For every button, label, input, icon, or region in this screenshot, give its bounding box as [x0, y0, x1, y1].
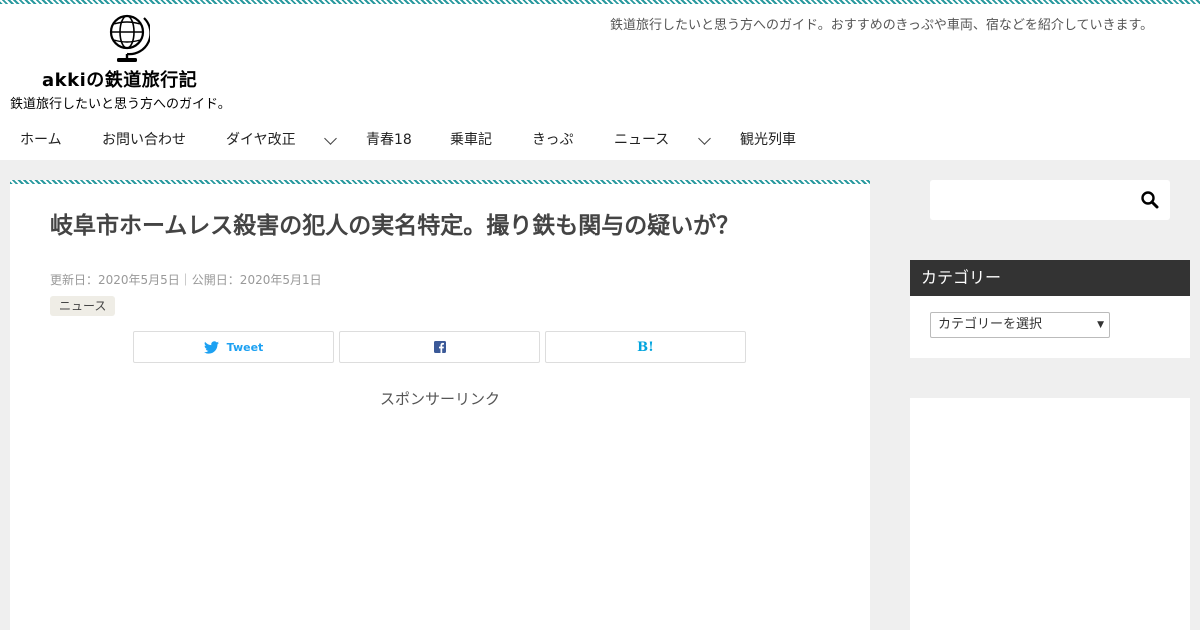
tweet-label: Tweet — [226, 340, 264, 354]
nav-item-sightseeing-trains[interactable]: 観光列車 — [740, 120, 796, 160]
nav-item-home[interactable]: ホーム — [20, 120, 62, 160]
category-widget: カテゴリー カテゴリーを選択 ▼ — [910, 260, 1190, 358]
nav-item-tickets[interactable]: きっぷ — [532, 120, 573, 160]
category-widget-title: カテゴリー — [910, 260, 1190, 296]
search-input[interactable] — [930, 180, 1130, 220]
category-badge[interactable]: ニュース — [50, 296, 116, 316]
hatena-bookmark-button[interactable]: B! — [545, 331, 746, 363]
article-dates: 更新日：2020年5月5日｜公開日：2020年5月1日 — [50, 273, 322, 287]
category-select-value: カテゴリーを選択 — [938, 317, 1043, 332]
site-description: 鉄道旅行したいと思う方へのガイド。おすすめのきっぷや車両、宿などを紹介していきま… — [610, 18, 1154, 33]
site-tagline: 鉄道旅行したいと思う方へのガイド。 — [10, 97, 231, 112]
category-select[interactable]: カテゴリーを選択 ▼ — [930, 312, 1110, 338]
site-logo-title[interactable]: akkiの鉄道旅行記 — [42, 66, 197, 92]
sidebar: カテゴリー カテゴリーを選択 ▼ — [910, 160, 1190, 630]
nav-item-news[interactable]: ニュース — [614, 120, 669, 160]
site-header: akkiの鉄道旅行記 鉄道旅行したいと思う方へのガイド。 鉄道旅行したいと思う方… — [0, 4, 1200, 160]
chevron-down-icon[interactable] — [698, 132, 711, 145]
hatena-bookmark-icon: B! — [637, 339, 654, 355]
nav-item-seishun18[interactable]: 青春18 — [366, 120, 412, 160]
globe-icon[interactable] — [106, 10, 150, 64]
search-box — [930, 180, 1170, 220]
article-card: 岐阜市ホームレス殺害の犯人の実名特定。撮り鉄も関与の疑いが？ 更新日：2020年… — [10, 180, 870, 630]
article-decorative-stripe — [10, 180, 870, 184]
search-icon[interactable] — [1140, 190, 1160, 210]
facebook-share-button[interactable] — [339, 331, 540, 363]
chevron-down-icon[interactable] — [324, 132, 337, 145]
facebook-icon — [433, 341, 446, 353]
tweet-share-button[interactable]: Tweet — [133, 331, 334, 363]
select-caret-icon: ▼ — [1097, 320, 1104, 330]
article-title: 岐阜市ホームレス殺害の犯人の実名特定。撮り鉄も関与の疑いが？ — [50, 213, 740, 239]
ad-widget — [910, 398, 1190, 630]
twitter-bird-icon — [203, 340, 219, 354]
nav-item-ride-report[interactable]: 乗車記 — [450, 120, 492, 160]
global-navigation: ホーム お問い合わせ ダイヤ改正 青春18 乗車記 きっぷ ニュース 観光列車 — [0, 120, 1200, 160]
nav-item-contact[interactable]: お問い合わせ — [102, 120, 186, 160]
nav-item-timetable-revision[interactable]: ダイヤ改正 — [226, 120, 296, 160]
sponsored-link-label: スポンサーリンク — [379, 390, 500, 408]
